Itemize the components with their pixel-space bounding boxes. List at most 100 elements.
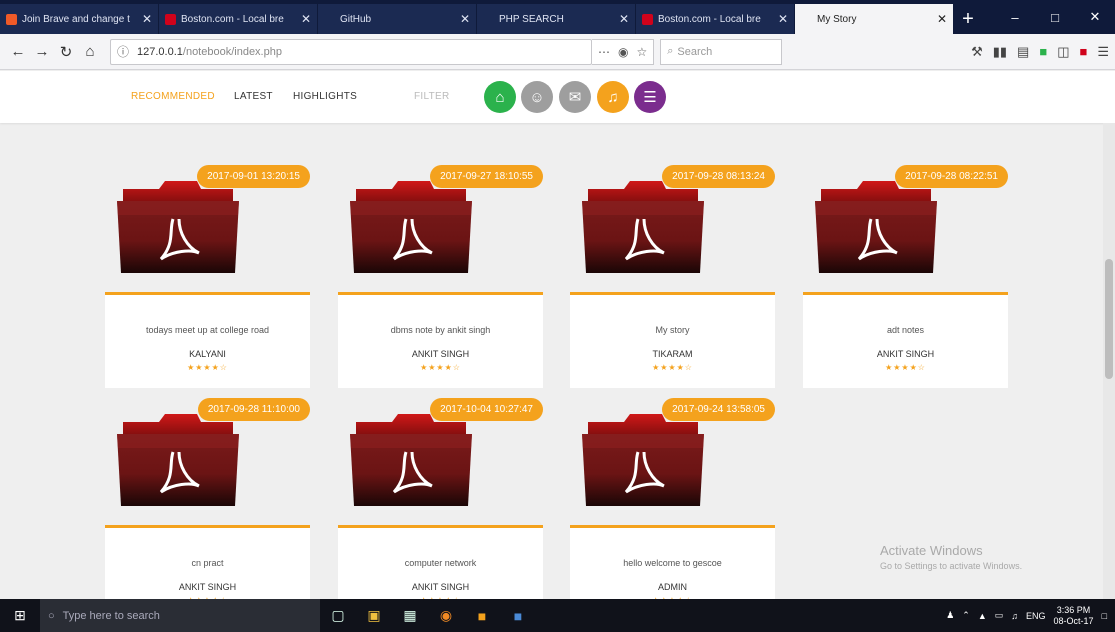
store-icon[interactable]: ▦ <box>392 599 428 632</box>
toolbar-icons: ⚒ ▮▮ ▤ ■ ◫ ■ ☰ <box>971 44 1109 60</box>
accent-rule <box>105 525 245 528</box>
nav-link-latest[interactable]: LATEST <box>234 91 273 102</box>
tab-close-icon[interactable]: ✕ <box>778 12 788 26</box>
story-author: ANKIT SINGH <box>876 349 935 359</box>
pocket-icon[interactable]: ◉ <box>618 45 628 59</box>
pdf-folder-icon[interactable] <box>811 175 941 275</box>
story-title[interactable]: cn pract <box>105 558 310 568</box>
extension-icon[interactable]: ■ <box>1039 44 1047 60</box>
story-title[interactable]: todays meet up at college road <box>105 325 310 335</box>
pdf-folder-icon[interactable] <box>113 408 243 508</box>
tray-chevron-icon[interactable]: ⌃ <box>962 610 970 621</box>
pdf-folder-icon[interactable] <box>113 175 243 275</box>
browser-tab[interactable]: GitHub ✕ <box>318 4 476 34</box>
back-icon[interactable]: ← <box>6 40 30 64</box>
clock-date: 08-Oct-17 <box>1053 615 1094 626</box>
story-title[interactable]: hello welcome to gescoe <box>570 558 775 568</box>
tab-close-icon[interactable]: ✕ <box>460 12 470 26</box>
story-info: dbms note by ankit singh ANKIT SINGH ★★★★☆ <box>338 292 543 388</box>
forward-icon[interactable]: → <box>30 40 54 64</box>
wrench-icon[interactable]: ⚒ <box>971 44 983 60</box>
bookmark-star-icon[interactable]: ☆ <box>636 45 647 59</box>
nav-link-filter[interactable]: FILTER <box>414 91 450 102</box>
window-controls: – □ ✕ <box>995 0 1115 34</box>
addon-icon[interactable]: ■ <box>1079 44 1087 60</box>
browser-tab[interactable]: Boston.com - Local bre ✕ <box>159 4 317 34</box>
reload-icon[interactable]: ↻ <box>54 40 78 64</box>
browser-tab[interactable]: Boston.com - Local bre ✕ <box>636 4 794 34</box>
network-icon[interactable]: ▲ <box>978 611 987 621</box>
tab-close-icon[interactable]: ✕ <box>937 12 947 26</box>
tab-close-icon[interactable]: ✕ <box>142 12 152 26</box>
tab-close-icon[interactable]: ✕ <box>301 12 311 26</box>
home-icon[interactable]: ⌂ <box>78 40 102 64</box>
reader-icon[interactable]: ▤ <box>1017 44 1029 60</box>
menu-icon[interactable]: ☰ <box>1097 44 1109 60</box>
site-nav: RECOMMENDED LATEST HIGHLIGHTS FILTER ⌂ ☺ ✉… <box>0 71 1115 123</box>
list-icon[interactable]: ☰ <box>634 81 666 113</box>
firefox-icon[interactable]: ◉ <box>428 599 464 632</box>
notification-icon[interactable]: □ <box>1102 611 1107 621</box>
story-card[interactable]: 2017-09-24 13:58:05 hello welcome to gesc… <box>570 398 775 628</box>
more-actions-icon[interactable]: ⋯ <box>598 45 610 59</box>
tab-favicon-icon <box>642 13 653 25</box>
info-icon[interactable]: ⓘ <box>117 43 129 60</box>
mail-icon[interactable]: ✉ <box>559 81 591 113</box>
browser-tab[interactable]: My Story ✕ <box>795 4 953 34</box>
story-card[interactable]: 2017-09-28 08:13:24 My story TIKARAM ★★★★☆ <box>570 165 775 395</box>
watermark-subtitle: Go to Settings to activate Windows. <box>880 561 1023 571</box>
nav-link-highlights[interactable]: HIGHLIGHTS <box>293 91 357 102</box>
story-card[interactable]: 2017-09-27 18:10:55 dbms note by ankit si… <box>338 165 543 395</box>
windows-start-icon[interactable]: ⊞ <box>0 599 40 632</box>
battery-icon[interactable]: ▭ <box>995 610 1004 621</box>
clock[interactable]: 3:36 PM 08-Oct-17 <box>1054 605 1094 627</box>
story-title[interactable]: dbms note by ankit singh <box>338 325 543 335</box>
accent-rule <box>338 292 478 295</box>
search-input[interactable]: ⌕ Search <box>660 38 783 65</box>
people-icon[interactable]: ♟ <box>946 610 954 621</box>
tab-close-icon[interactable]: ✕ <box>619 12 629 26</box>
library-icon[interactable]: ▮▮ <box>993 44 1007 60</box>
date-badge: 2017-09-28 08:22:51 <box>895 165 1008 188</box>
system-tray: ♟ ⌃ ▲ ▭ ♫ ENG 3:36 PM 08-Oct-17 □ <box>946 605 1115 627</box>
nav-link-recommended[interactable]: RECOMMENDED <box>131 91 215 102</box>
page-scrollbar[interactable] <box>1103 123 1115 599</box>
story-card[interactable]: 2017-09-28 11:10:00cn practANKIT SINGH★★… <box>105 398 310 628</box>
word-icon[interactable]: ■ <box>500 599 536 632</box>
browser-tab[interactable]: PHP SEARCH ✕ <box>477 4 635 34</box>
cortana-icon: ○ <box>48 609 55 622</box>
pdf-folder-icon[interactable] <box>346 408 476 508</box>
story-title[interactable]: My story <box>570 325 775 335</box>
browser-tab[interactable]: Join Brave and change t ✕ <box>0 4 158 34</box>
story-author: TIKARAM <box>652 349 693 359</box>
story-card[interactable]: 2017-09-01 13:20:15 todays meet up at col… <box>105 165 310 395</box>
file-explorer-icon[interactable]: ▣ <box>356 599 392 632</box>
accent-rule <box>803 292 943 295</box>
home-icon[interactable]: ⌂ <box>484 81 516 113</box>
close-window-icon[interactable]: ✕ <box>1075 0 1115 34</box>
language-label[interactable]: ENG <box>1026 611 1046 621</box>
activation-watermark: Activate Windows Go to Settings to activ… <box>880 543 1022 571</box>
pdf-folder-icon[interactable] <box>346 175 476 275</box>
page-actions: ⋯ ◉ ☆ <box>592 38 655 65</box>
taskbar-search[interactable]: ○ Type here to search <box>40 599 320 632</box>
scrollbar-thumb[interactable] <box>1105 259 1113 379</box>
story-card[interactable]: 2017-10-04 10:27:47 computer network ANKIT… <box>338 398 543 628</box>
url-bar[interactable]: ⓘ 127.0.0.1/notebook/index.php <box>110 38 592 65</box>
story-title[interactable]: computer network <box>338 558 543 568</box>
date-badge: 2017-10-04 10:27:47 <box>430 398 543 421</box>
task-view-icon[interactable]: ▢ <box>320 599 356 632</box>
date-badge: 2017-09-24 13:58:05 <box>662 398 775 421</box>
user-icon[interactable]: ☺ <box>521 81 553 113</box>
volume-icon[interactable]: ♫ <box>1011 611 1018 621</box>
sidebar-icon[interactable]: ◫ <box>1057 44 1069 60</box>
folder-app-icon[interactable]: ■ <box>464 599 500 632</box>
music-icon[interactable]: ♫ <box>597 81 629 113</box>
maximize-icon[interactable]: □ <box>1035 0 1075 34</box>
new-tab-button[interactable]: + <box>954 4 982 34</box>
minimize-icon[interactable]: – <box>995 0 1035 34</box>
pdf-folder-icon[interactable] <box>578 175 708 275</box>
story-title[interactable]: adt notes <box>803 325 1008 335</box>
story-card[interactable]: 2017-09-28 08:22:51 adt notes ANKIT SINGH ★… <box>803 165 1008 395</box>
pdf-folder-icon[interactable] <box>578 408 708 508</box>
